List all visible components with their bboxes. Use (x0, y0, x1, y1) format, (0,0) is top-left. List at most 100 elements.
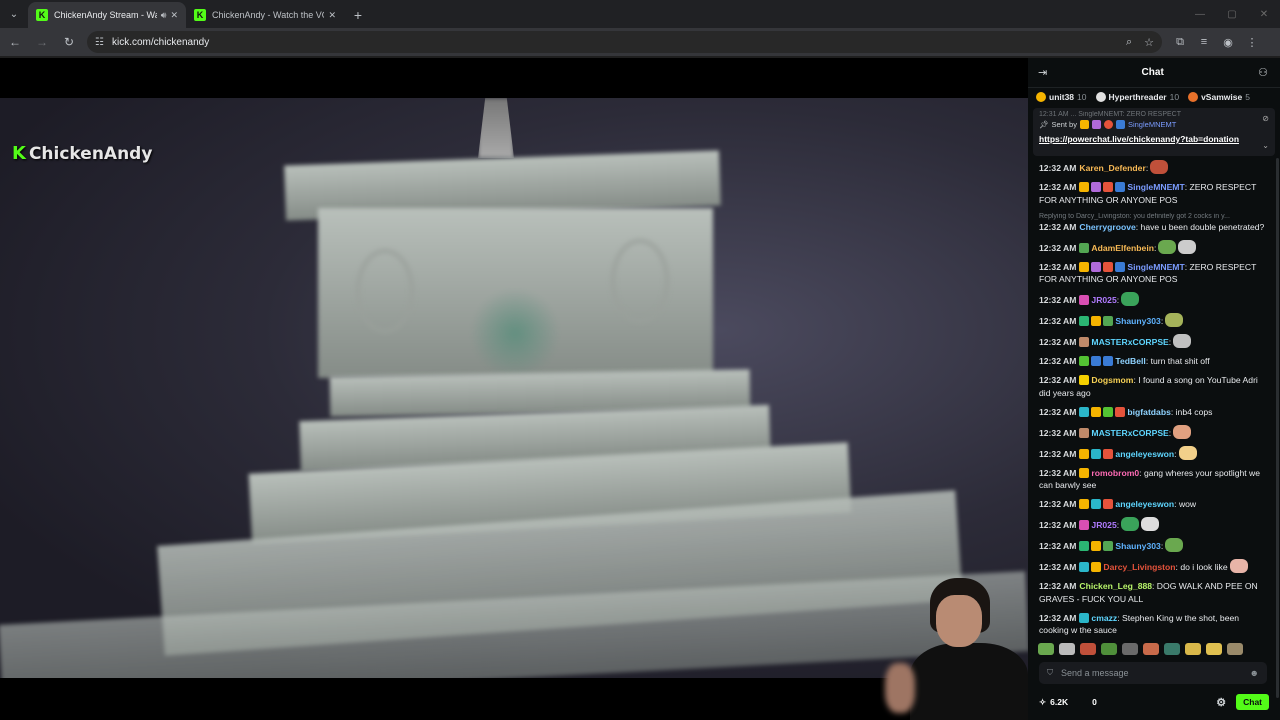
zoom-icon[interactable]: ⌕ (1126, 36, 1132, 49)
chat-settings-shield-icon[interactable]: ⛉ (1047, 668, 1053, 678)
chat-panel: ⇥ Chat ⚇ unit38 10 Hyperthreader 10 vSamwise… (1028, 58, 1280, 720)
pinned-user[interactable]: SingleMNEMT (1128, 120, 1176, 129)
message-time: 12:32 AM (1039, 181, 1077, 192)
forward-button[interactable]: → (30, 30, 54, 54)
expand-pinned-icon[interactable]: ⌄ (1262, 141, 1269, 150)
message-username[interactable]: angeleyeswon (1115, 499, 1174, 509)
emote-icon[interactable] (1122, 643, 1138, 655)
leaderboard-entry[interactable]: unit38 10 (1036, 92, 1087, 102)
badge-icon (1091, 562, 1102, 573)
emote-icon[interactable] (1059, 643, 1075, 655)
chat-input[interactable]: ⛉ Send a message ☻ (1039, 662, 1267, 684)
kicks-icon: ✧ (1039, 696, 1047, 707)
address-bar[interactable]: ☷ kick.com/chickenandy ⌕ ☆ (87, 31, 1162, 53)
badge-icon (1079, 612, 1090, 623)
audio-icon[interactable]: 🔊︎ (161, 10, 167, 21)
message-username[interactable]: cmazz (1091, 613, 1117, 623)
message-text: : (1145, 163, 1149, 173)
message-text: : turn that shit off (1145, 356, 1210, 367)
badge-icon (1079, 499, 1090, 510)
leaderboard-entry[interactable]: Hyperthreader 10 (1095, 92, 1179, 102)
tab-strip: ⌄ K ChickenAndy Stream - Watch 🔊︎ ✕ K Ch… (0, 0, 1280, 28)
message-username[interactable]: Shauny303 (1115, 316, 1160, 326)
pinned-ghost-text: 12:31 AM ... SingleMNEMT: ZERO RESPECT (1039, 111, 1181, 118)
message-time: 12:32 AM (1039, 612, 1077, 623)
emote-icon[interactable] (1227, 643, 1243, 655)
menu-icon[interactable]: ⋮ (1240, 30, 1264, 54)
emote-icon[interactable] (1080, 643, 1096, 655)
unpin-icon[interactable]: ⊘ (1262, 114, 1269, 123)
badge-icon (1103, 448, 1114, 459)
extensions-icon[interactable]: ⧉ (1168, 30, 1192, 54)
send-chat-button[interactable]: Chat (1236, 694, 1269, 710)
message-username[interactable]: AdamElfenbein (1091, 243, 1154, 253)
chat-users-icon[interactable]: ⚇ (1258, 66, 1268, 79)
message-username[interactable]: Shauny303 (1115, 541, 1160, 551)
message-username[interactable]: Darcy_Livingston (1103, 562, 1175, 572)
message-text: : (1160, 316, 1164, 327)
minimize-icon[interactable]: — (1184, 0, 1216, 28)
message-username[interactable]: bigfatdabs (1127, 407, 1170, 417)
pin-icon: 📌︎ (1039, 120, 1049, 129)
leaderboard-entry[interactable]: vSamwise 5 (1188, 92, 1250, 102)
message-username[interactable]: Cherrygroove (1079, 222, 1135, 232)
badge-icon (1091, 356, 1102, 367)
gifter-badge-icon (1188, 92, 1199, 102)
emote-icon[interactable] (1206, 643, 1222, 655)
tab-title: ChickenAndy Stream - Watch (54, 10, 157, 20)
message-username[interactable]: MASTERxCORPSE (1091, 428, 1168, 438)
badge-icon (1103, 261, 1114, 272)
new-tab-button[interactable]: + (344, 2, 372, 28)
emote-icon[interactable] (1164, 643, 1180, 655)
site-info-icon[interactable]: ☷ (95, 37, 104, 48)
tab-search-icon[interactable]: ⌄ (0, 0, 28, 28)
badge-icon (1079, 242, 1090, 253)
video-player[interactable]: K ChickenAndy (0, 58, 1028, 720)
badge-icon (1115, 406, 1126, 417)
chat-settings-gear-icon[interactable]: ⚙ (1216, 696, 1226, 709)
leaderboard-user: Hyperthreader (1108, 92, 1167, 102)
sent-by-label: Sent by (1051, 120, 1077, 129)
badge-icon (1103, 356, 1114, 367)
tab-stream[interactable]: K ChickenAndy Stream - Watch 🔊︎ ✕ (28, 2, 186, 28)
media-control-icon[interactable]: ≡ (1192, 30, 1216, 54)
badge-icon (1079, 375, 1090, 386)
message-username[interactable]: SingleMNEMT (1127, 262, 1184, 272)
close-window-icon[interactable]: ✕ (1248, 0, 1280, 28)
reload-button[interactable]: ↻ (57, 30, 81, 54)
message-username[interactable]: JR025 (1091, 295, 1116, 305)
close-tab-icon[interactable]: ✕ (328, 10, 336, 21)
emote-icon[interactable] (1185, 643, 1201, 655)
emoji-picker-icon[interactable]: ☻ (1250, 668, 1259, 678)
message-username[interactable]: angeleyeswon (1115, 449, 1174, 459)
gifter-badge-icon (1036, 92, 1046, 102)
pinned-sender: 📌︎ Sent by SingleMNEMT (1039, 120, 1269, 129)
emote-icon[interactable] (1143, 643, 1159, 655)
collapse-chat-icon[interactable]: ⇥ (1038, 66, 1047, 79)
badge-icon (1079, 448, 1090, 459)
emote-icon[interactable] (1101, 643, 1117, 655)
message-username[interactable]: SingleMNEMT (1127, 182, 1184, 192)
emote-icon[interactable] (1038, 643, 1054, 655)
message-text: : wow (1174, 499, 1197, 510)
message-username[interactable]: TedBell (1115, 356, 1145, 366)
close-tab-icon[interactable]: ✕ (170, 10, 178, 21)
bookmark-star-icon[interactable]: ☆ (1144, 36, 1154, 49)
badge-icon (1079, 356, 1090, 367)
message-username[interactable]: romobrom0 (1091, 468, 1139, 478)
message-time: 12:32 AM (1039, 356, 1077, 367)
pinned-link[interactable]: https://powerchat.live/chickenandy?tab=d… (1039, 134, 1269, 144)
message-username[interactable]: JR025 (1091, 520, 1116, 530)
back-button[interactable]: ← (3, 30, 27, 54)
message-username[interactable]: Karen_Defender (1079, 163, 1145, 173)
message-username[interactable]: Dogsmom (1091, 375, 1133, 385)
emote-icon (1121, 292, 1140, 307)
chat-scrollbar[interactable] (1276, 158, 1279, 698)
message-username[interactable]: Chicken_Leg_888 (1079, 581, 1152, 591)
pinned-message[interactable]: 12:31 AM ... SingleMNEMT: ZERO RESPECT 📌… (1033, 108, 1275, 156)
profile-icon[interactable]: ◉ (1216, 30, 1240, 54)
maximize-icon[interactable]: ▢ (1216, 0, 1248, 28)
tab-vod[interactable]: K ChickenAndy - Watch the VOD ✕ (186, 2, 344, 28)
message-time: 12:32 AM (1039, 375, 1077, 386)
message-username[interactable]: MASTERxCORPSE (1091, 337, 1168, 347)
